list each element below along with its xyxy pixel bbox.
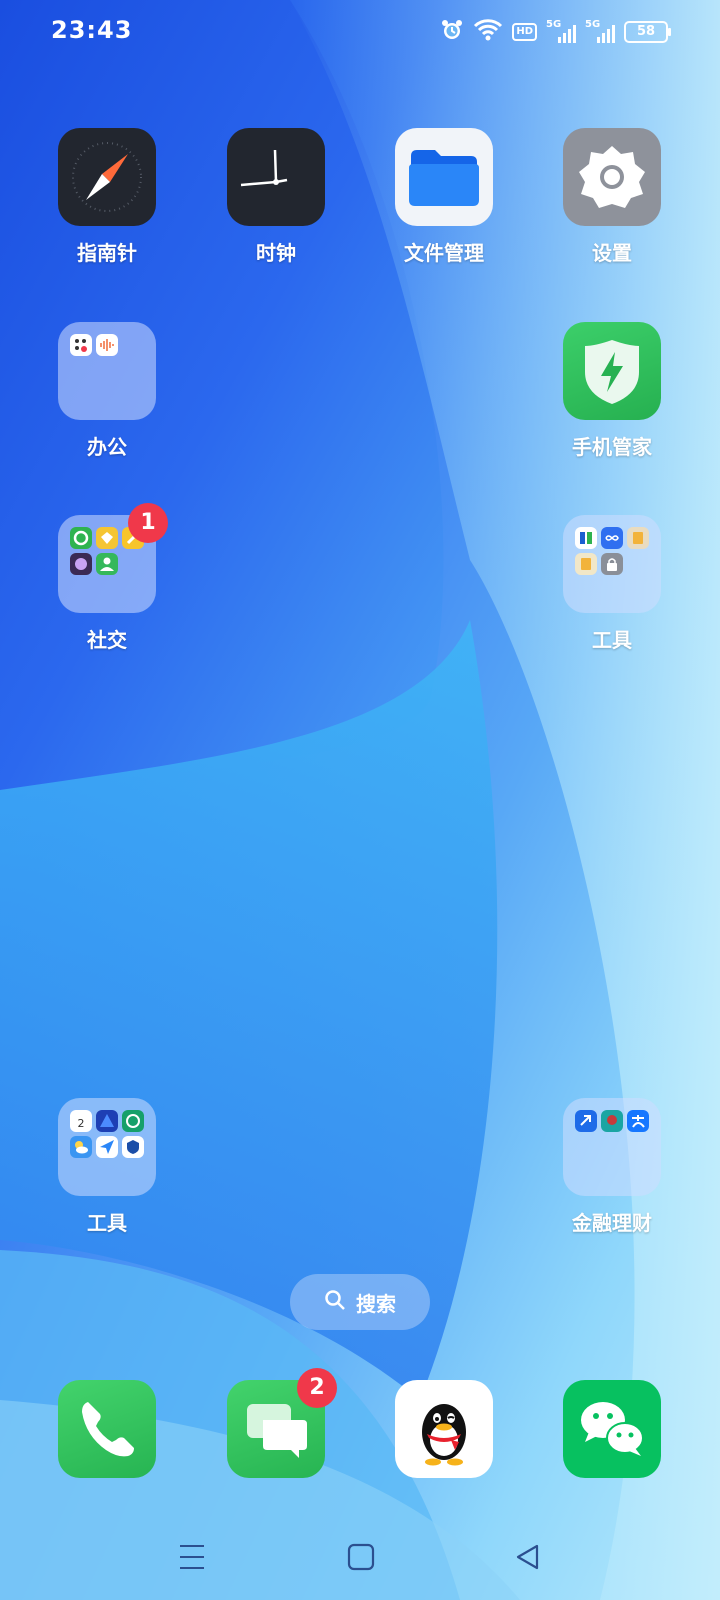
shield-icon [563,322,661,420]
app-label: 时钟 [256,241,296,265]
status-time: 23:43 [51,16,133,44]
menu-icon [178,1545,206,1576]
contacts-mini-icon [96,553,118,575]
folder-tools-1[interactable]: 工具 [542,515,682,653]
recorder-mini-icon [96,334,118,356]
mini-app-icon [70,553,92,575]
app-label: 社交 [87,628,127,652]
lock-mini-icon [601,553,623,575]
folder-tools-2[interactable]: 2 工具 [37,1098,177,1236]
dock-qq[interactable] [374,1380,514,1478]
navigation-bar [0,1530,720,1586]
notification-badge: 1 [128,503,168,543]
mini-app-icon [122,1110,144,1132]
calendar-mini-icon: 2 [70,1110,92,1132]
app-label: 手机管家 [572,435,652,459]
app-label: 办公 [87,435,127,459]
back-triangle-icon [513,1544,543,1576]
phone-icon [58,1380,156,1478]
wifi-icon [473,18,503,46]
mini-app-icon [96,527,118,549]
search-button[interactable]: 搜索 [290,1274,430,1330]
mini-app-icon [70,527,92,549]
send-mini-icon [96,1136,118,1158]
back-button[interactable] [513,1542,543,1576]
mini-app-icon [627,527,649,549]
office-folder-icon [58,322,156,420]
notification-badge: 2 [297,1368,337,1408]
wechat-icon [563,1380,661,1478]
mini-app-icon [575,553,597,575]
signal-sim1-icon: 5G [546,19,576,43]
mini-app-icon [575,527,597,549]
app-label: 金融理财 [572,1211,652,1235]
tools-folder-icon: 2 [58,1098,156,1196]
qq-icon [395,1380,493,1478]
folder-finance[interactable]: 金融理财 [542,1098,682,1236]
dock-wechat[interactable] [542,1380,682,1478]
app-label: 设置 [592,241,632,265]
mini-app-icon [122,1136,144,1158]
app-clock[interactable]: 时钟 [206,128,346,266]
messages-icon: 2 [227,1368,337,1478]
mini-app-icon [96,1110,118,1132]
app-label: 工具 [87,1211,127,1235]
mini-app-icon [601,1110,623,1132]
gear-icon [563,128,661,226]
app-compass[interactable]: 指南针 [37,128,177,266]
dock-messages[interactable]: 2 [206,1368,346,1478]
app-label: 文件管理 [404,241,484,265]
status-bar: 23:43 HD 5G 5G 58 [0,0,720,64]
mini-app-icon [575,1110,597,1132]
infinity-mini-icon [601,527,623,549]
alipay-mini-icon [627,1110,649,1132]
mini-app-icon [70,334,92,356]
battery-icon: 58 [624,21,671,43]
home-square-icon [346,1543,376,1576]
signal-sim2-icon: 5G [585,19,615,43]
weather-mini-icon [70,1136,92,1158]
menu-button[interactable] [178,1542,206,1576]
clock-icon [227,128,325,226]
search-label: 搜索 [356,1291,396,1316]
app-files[interactable]: 文件管理 [374,128,514,266]
folder-icon [395,128,493,226]
tools-folder-icon [563,515,661,613]
search-icon [324,1289,346,1316]
app-phone-manager[interactable]: 手机管家 [542,322,682,460]
folder-social[interactable]: 1 社交 [37,503,177,653]
app-settings[interactable]: 设置 [542,128,682,266]
alarm-icon [440,18,464,46]
social-folder-icon: 1 [58,503,168,613]
app-label: 工具 [592,628,632,652]
folder-office[interactable]: 办公 [37,322,177,460]
svg-text:2: 2 [78,1117,85,1130]
dock-phone[interactable] [37,1380,177,1478]
finance-folder-icon [563,1098,661,1196]
home-button[interactable] [346,1542,376,1576]
compass-icon [58,128,156,226]
app-label: 指南针 [77,241,137,265]
hd-voice-badge: HD [512,23,537,41]
